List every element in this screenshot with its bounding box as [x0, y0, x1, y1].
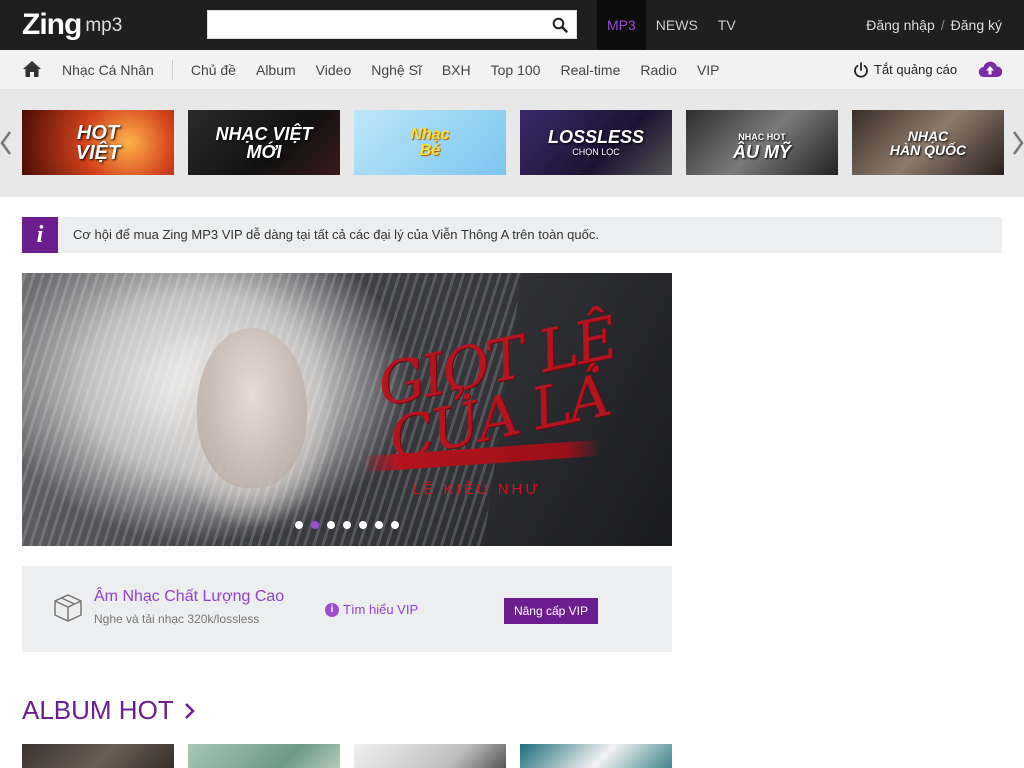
album-cover[interactable]: [188, 744, 340, 768]
category-nhac-viet-moi-line-1: NHẠC VIỆT: [215, 123, 313, 144]
register-link[interactable]: Đăng ký: [951, 17, 1002, 33]
upgrade-vip-button[interactable]: Nâng cấp VIP: [504, 598, 598, 624]
category-nhac-viet-moi[interactable]: NHẠC VIỆT MỚI: [188, 110, 340, 175]
home-icon[interactable]: [22, 60, 42, 78]
ads-off-toggle[interactable]: Tắt quảng cáo: [853, 50, 957, 90]
slide-dot[interactable]: [295, 521, 303, 529]
album-cover[interactable]: [520, 744, 672, 768]
nav-items: Nhạc Cá Nhân Chủ đề Album Video Nghệ Sĩ …: [52, 50, 730, 90]
search-input[interactable]: [208, 11, 538, 38]
category-nhac-hot-au-my[interactable]: NHẠC HOT ÂU MỸ: [686, 110, 838, 175]
category-hot-viet-title: HOT VIỆT: [76, 123, 120, 163]
category-nhac-danh-cho-be-title: Nhạc Bé: [410, 125, 450, 159]
category-nhac-han-quoc[interactable]: NHẠC HÀN QUỐC: [852, 110, 1004, 175]
slide-dot[interactable]: [375, 521, 383, 529]
chevron-right-icon[interactable]: [1012, 130, 1024, 156]
album-cover[interactable]: [22, 744, 174, 768]
vip-title: Âm Nhạc Chất Lượng Cao: [94, 588, 285, 605]
category-nhac-danh-cho-be-line-1: Nhạc: [410, 125, 450, 143]
category-nhac-viet-moi-title: NHẠC VIỆT MỚI: [215, 125, 312, 161]
category-nhac-hot-au-my-line-2: ÂU MỸ: [733, 141, 791, 162]
nav-divider: [171, 60, 173, 80]
hero-slideshow[interactable]: Giọt Lệ Của Lá LÊ KIỀU NHƯ: [22, 273, 672, 546]
category-hot-viet-line-2: VIỆT: [75, 141, 121, 164]
tab-mp3[interactable]: MP3: [597, 0, 646, 50]
power-icon: [854, 62, 868, 78]
nav-radio[interactable]: Radio: [630, 50, 687, 90]
chevron-left-icon[interactable]: [0, 130, 12, 156]
chevron-right-icon: [184, 702, 195, 719]
slide-dot[interactable]: [327, 521, 335, 529]
hero-artist: LÊ KIỀU NHƯ: [412, 481, 542, 498]
info-icon: i: [22, 217, 58, 253]
nav-top-100[interactable]: Top 100: [481, 50, 551, 90]
tab-news[interactable]: NEWS: [646, 0, 708, 50]
package-icon: [54, 594, 82, 622]
learn-vip-link[interactable]: i Tìm hiểu VIP: [325, 602, 418, 617]
category-nhac-hot-au-my-line-1: NHẠC HOT: [738, 131, 786, 142]
main-nav: Nhạc Cá Nhân Chủ đề Album Video Nghệ Sĩ …: [0, 50, 1024, 90]
nav-album[interactable]: Album: [246, 50, 306, 90]
upload-cloud-icon[interactable]: [978, 59, 1002, 79]
zing-mp3-logo[interactable]: Zing mp3: [22, 6, 122, 44]
category-thumbnails: HOT VIỆT NHẠC VIỆT MỚI Nhạc Bé LOSSLESS CHỌN…: [22, 110, 1004, 175]
nav-vip[interactable]: VIP: [687, 50, 730, 90]
vip-promo-box: Âm Nhạc Chất Lượng Cao Nghe và tải nhạc …: [22, 566, 672, 652]
search-icon[interactable]: [552, 17, 568, 33]
info-circle-icon: i: [325, 602, 339, 617]
nav-video[interactable]: Video: [306, 50, 362, 90]
learn-vip-label: Tìm hiểu VIP: [343, 602, 419, 617]
nav-real-time[interactable]: Real-time: [550, 50, 630, 90]
album-hot-title: ALBUM HOT: [22, 695, 174, 725]
top-bar: Zing mp3 MP3 NEWS TV Đăng nhập / Đăng ký: [0, 0, 1024, 50]
category-nhac-hot-au-my-title: NHẠC HOT ÂU MỸ: [733, 125, 791, 161]
slide-dot[interactable]: [391, 521, 399, 529]
category-lossless[interactable]: LOSSLESS CHỌN LỌC: [520, 110, 672, 175]
vip-subtitle: Nghe và tải nhạc 320k/lossless: [94, 612, 260, 626]
category-hot-viet-line-1: HOT: [76, 121, 120, 144]
slide-indicators: [295, 521, 399, 529]
category-nhac-danh-cho-be[interactable]: Nhạc Bé: [354, 110, 506, 175]
category-nhac-danh-cho-be-line-2: Bé: [419, 141, 441, 159]
category-lossless-line-2: CHỌN LỌC: [572, 147, 620, 157]
notice-text: Cơ hội để mua Zing MP3 VIP dễ dàng tại t…: [73, 227, 599, 242]
album-hot-list: [22, 744, 672, 768]
hero-artist-photo: [197, 328, 307, 488]
slide-dot[interactable]: [311, 521, 319, 529]
nav-bxh[interactable]: BXH: [432, 50, 481, 90]
category-nhac-viet-moi-line-2: MỚI: [246, 141, 282, 162]
slide-dot[interactable]: [343, 521, 351, 529]
album-cover[interactable]: [354, 744, 506, 768]
nav-chu-de[interactable]: Chủ đề: [181, 50, 246, 90]
product-tabs: MP3 NEWS TV: [597, 0, 746, 50]
logo-mp3-text: mp3: [85, 15, 123, 36]
tab-tv[interactable]: TV: [708, 0, 746, 50]
nav-nhac-ca-nhan[interactable]: Nhạc Cá Nhân: [52, 50, 164, 90]
category-nhac-han-quoc-line-2: HÀN QUỐC: [889, 141, 967, 158]
nav-nghe-si[interactable]: Nghệ Sĩ: [361, 50, 432, 90]
category-nhac-han-quoc-title: NHẠC HÀN QUỐC: [890, 129, 966, 157]
search-box: [207, 10, 577, 39]
category-hot-viet[interactable]: HOT VIỆT: [22, 110, 174, 175]
auth-separator: /: [940, 17, 945, 33]
login-link[interactable]: Đăng nhập: [866, 17, 935, 33]
slide-dot[interactable]: [359, 521, 367, 529]
category-carousel: HOT VIỆT NHẠC VIỆT MỚI Nhạc Bé LOSSLESS CHỌN…: [0, 90, 1024, 197]
category-lossless-title: LOSSLESS CHỌN LỌC: [548, 128, 644, 157]
album-hot-heading[interactable]: ALBUM HOT: [22, 695, 196, 726]
category-lossless-line-1: LOSSLESS: [547, 127, 645, 147]
ads-off-label: Tắt quảng cáo: [874, 62, 958, 77]
auth-links: Đăng nhập / Đăng ký: [866, 0, 1002, 50]
logo-zing-text: Zing: [22, 8, 82, 41]
vip-notice-banner: i Cơ hội để mua Zing MP3 VIP dễ dàng tại…: [22, 217, 1002, 253]
